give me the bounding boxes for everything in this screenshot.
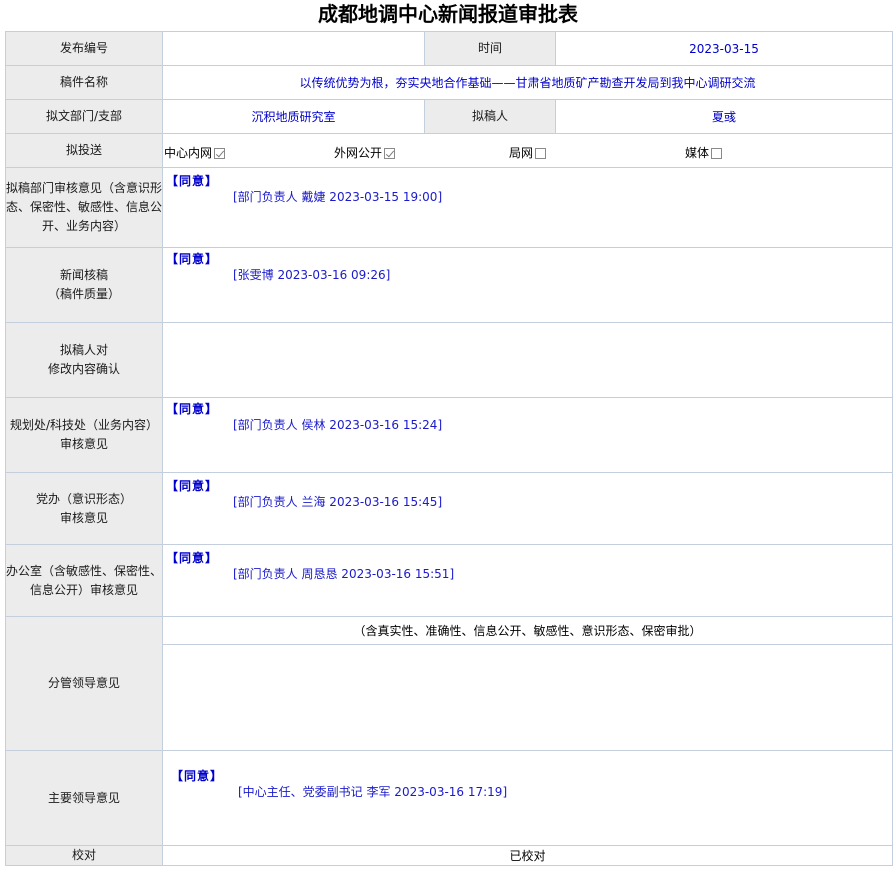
option-public-web[interactable]: 外网公开 [334,144,396,161]
planning-review-label-line2: 审核意见 [59,437,108,451]
option-public-web-label: 外网公开 [334,145,383,160]
dept-review-agree: 【同意】 [166,174,219,188]
time-label: 时间 [424,31,556,66]
drafter-value: 夏彧 [555,99,893,134]
party-review-label: 党办（意识形态） 审核意见 [5,472,163,545]
office-review-label: 办公室（含敏感性、保密性、信息公开）审核意见 [5,544,163,617]
leader-in-charge-note: （含真实性、准确性、信息公开、敏感性、意识形态、保密审批） [162,616,893,645]
option-intranet[interactable]: 中心内网 [164,144,226,161]
office-review-opinion: 【同意】 [部门负责人 周恳恳 2023-03-16 15:51] [162,544,893,617]
row-news-review: 新闻核稿 （稿件质量） 【同意】 [张雯博 2023-03-16 09:26] [5,247,893,323]
news-review-label: 新闻核稿 （稿件质量） [5,247,163,323]
party-review-opinion: 【同意】 [部门负责人 兰海 2023-03-16 15:45] [162,472,893,545]
manuscript-value: 以传统优势为根，夯实央地合作基础——甘肃省地质矿产勘查开发局到我中心调研交流 [162,65,893,100]
news-review-opinion: 【同意】 [张雯博 2023-03-16 09:26] [162,247,893,323]
party-review-agree: 【同意】 [166,479,219,493]
news-review-label-line1: 新闻核稿 [59,268,108,282]
option-intranet-label: 中心内网 [164,145,213,160]
main-leader-agree: 【同意】 [171,769,224,783]
party-review-sign: [部门负责人 兰海 2023-03-16 15:45] [233,495,443,509]
row-planning-review: 规划处/科技处（业务内容） 审核意见 【同意】 [部门负责人 侯林 2023-0… [5,397,893,473]
planning-review-agree: 【同意】 [166,402,219,416]
office-review-sign: [部门负责人 周恳恳 2023-03-16 15:51] [233,567,455,581]
option-media-label: 媒体 [685,145,710,160]
publish-number-value [162,31,425,66]
drafter-confirm-label-line2: 修改内容确认 [47,362,120,376]
distribution-options: 中心内网 外网公开 局网 媒体 [162,133,893,168]
planning-review-label: 规划处/科技处（业务内容） 审核意见 [5,397,163,473]
proofread-label: 校对 [5,845,163,866]
row-manuscript: 稿件名称 以传统优势为根，夯实央地合作基础——甘肃省地质矿产勘查开发局到我中心调… [5,65,893,100]
leader-in-charge-opinion [162,644,893,751]
main-leader-label: 主要领导意见 [5,750,163,846]
row-dept-review: 拟稿部门审核意见（含意识形态、保密性、敏感性、信息公开、业务内容） 【同意】 [… [5,167,893,248]
drafter-confirm-label-line1: 拟稿人对 [59,343,108,357]
drafter-label: 拟稿人 [424,99,556,134]
main-leader-opinion: 【同意】 [中心主任、党委副书记 李军 2023-03-16 17:19] [162,750,893,846]
dept-review-label: 拟稿部门审核意见（含意识形态、保密性、敏感性、信息公开、业务内容） [5,167,163,248]
option-bureau-web-label: 局网 [509,145,534,160]
dept-value: 沉积地质研究室 [162,99,425,134]
row-party-review: 党办（意识形态） 审核意见 【同意】 [部门负责人 兰海 2023-03-16 … [5,472,893,545]
time-value: 2023-03-15 [555,31,893,66]
distribution-label: 拟投送 [5,133,163,168]
media-checkbox[interactable] [711,147,723,159]
row-leader-in-charge: 分管领导意见 （含真实性、准确性、信息公开、敏感性、意识形态、保密审批） [5,616,893,751]
party-review-label-line1: 党办（意识形态） [35,491,132,506]
approval-form-table: 发布编号 时间 2023-03-15 稿件名称 以传统优势为根，夯实央地合作基础… [5,31,893,866]
drafter-confirm-opinion [162,322,893,398]
news-review-label-line2: （稿件质量） [47,287,120,301]
row-dept-drafter: 拟文部门/支部 沉积地质研究室 拟稿人 夏彧 [5,99,893,134]
row-proofread: 校对 已校对 [5,845,893,866]
news-review-sign: [张雯博 2023-03-16 09:26] [233,268,391,282]
manuscript-label: 稿件名称 [5,65,163,100]
proofread-value: 已校对 [162,845,893,866]
row-office-review: 办公室（含敏感性、保密性、信息公开）审核意见 【同意】 [部门负责人 周恳恳 2… [5,544,893,617]
office-review-agree: 【同意】 [166,551,219,565]
main-leader-sign: [中心主任、党委副书记 李军 2023-03-16 17:19] [238,785,508,799]
dept-review-sign: [部门负责人 戴婕 2023-03-15 19:00] [233,190,443,204]
intranet-checkbox[interactable] [214,147,226,159]
row-distribution: 拟投送 中心内网 外网公开 局网 媒体 [5,133,893,168]
dept-review-opinion: 【同意】 [部门负责人 戴婕 2023-03-15 19:00] [162,167,893,248]
planning-review-sign: [部门负责人 侯林 2023-03-16 15:24] [233,418,443,432]
drafter-confirm-label: 拟稿人对 修改内容确认 [5,322,163,398]
page-title: 成都地调中心新闻报道审批表 [318,2,578,26]
row-number-time: 发布编号 时间 2023-03-15 [5,31,893,66]
dept-label: 拟文部门/支部 [5,99,163,134]
option-media[interactable]: 媒体 [685,144,723,161]
party-review-label-line2: 审核意见 [59,510,108,525]
row-drafter-confirm: 拟稿人对 修改内容确认 [5,322,893,398]
leader-in-charge-label: 分管领导意见 [5,616,163,751]
publish-number-label: 发布编号 [5,31,163,66]
row-main-leader: 主要领导意见 【同意】 [中心主任、党委副书记 李军 2023-03-16 17… [5,750,893,846]
planning-review-opinion: 【同意】 [部门负责人 侯林 2023-03-16 15:24] [162,397,893,473]
public-web-checkbox[interactable] [384,147,396,159]
option-bureau-web[interactable]: 局网 [509,144,547,161]
bureau-web-checkbox[interactable] [535,147,547,159]
news-review-agree: 【同意】 [166,252,219,266]
planning-review-label-line1: 规划处/科技处（业务内容） [9,418,159,432]
